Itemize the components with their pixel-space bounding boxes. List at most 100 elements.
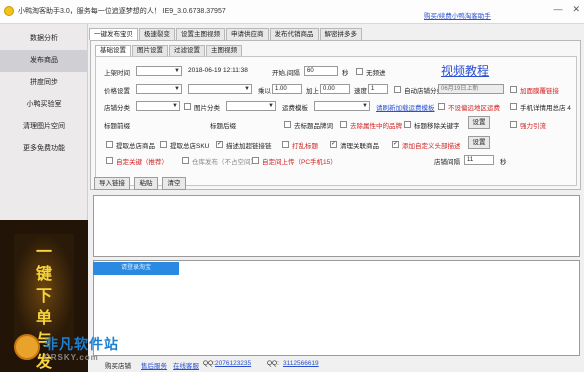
multiply-input[interactable]: 1.00 bbox=[272, 84, 302, 94]
seconds-label: 秒 bbox=[342, 70, 349, 77]
auto-shop-category-input[interactable]: 06月19日上新 bbox=[438, 84, 504, 94]
buy-renew-link[interactable]: 购买/续费小鸭淘客助手 bbox=[424, 10, 491, 20]
chevron-down-icon: ▼ bbox=[174, 86, 180, 92]
links-textarea[interactable] bbox=[93, 195, 580, 257]
remove-hidden-brand-checkbox[interactable] bbox=[340, 121, 347, 128]
close-icon[interactable]: ✕ bbox=[572, 4, 580, 15]
title-suffix-label: 标题后缀 bbox=[210, 123, 236, 130]
price-mode-select[interactable]: ▼ bbox=[136, 84, 182, 94]
custom-interval-upload-label: 自定间上传（PC手机15） bbox=[262, 159, 337, 166]
tab-decrypt-pdd[interactable]: 解密拼多多 bbox=[319, 28, 362, 40]
chevron-down-icon: ▼ bbox=[174, 68, 180, 74]
main-tabs: 一键发布宝贝 极速裂变 设置主图视频 申请供应商 发布代销商品 解密拼多多 bbox=[89, 28, 363, 40]
sidebar: 数据分析 发布商品 拼度同步 小鸭买验室 清理图片空间 更多免费功能 一键下单与… bbox=[0, 24, 88, 372]
remove-brand-label: 去标题品牌词 bbox=[294, 123, 333, 130]
tab-apply-supplier[interactable]: 申请供应商 bbox=[226, 28, 269, 40]
sidebar-item-data-analysis[interactable]: 数据分析 bbox=[0, 28, 88, 50]
warehouse-publish-checkbox[interactable] bbox=[182, 157, 189, 164]
custom-head-label: 添加自定义头部描述 bbox=[402, 143, 461, 150]
clear-related-label: 清理关联商品 bbox=[340, 143, 379, 150]
strong-traffic-checkbox[interactable] bbox=[510, 121, 517, 128]
tab-one-click-publish[interactable]: 一键发布宝贝 bbox=[89, 28, 138, 40]
after-sales-link[interactable]: 售后服务 bbox=[141, 360, 167, 370]
qq-number-2[interactable]: 3112566619 bbox=[283, 360, 319, 367]
title-keyword-checkbox[interactable] bbox=[404, 121, 411, 128]
shop-category-checkbox[interactable] bbox=[184, 103, 191, 110]
listing-time-select[interactable]: ▼ bbox=[136, 66, 182, 76]
auto-keyword-checkbox[interactable] bbox=[106, 157, 113, 164]
start-interval-label: 开始,间隔 bbox=[272, 70, 300, 77]
qq-label-2: QQ: bbox=[267, 360, 279, 367]
subtab-basic[interactable]: 基础设置 bbox=[95, 45, 131, 56]
phone-detail-label: 手机详情用总店 4 bbox=[520, 105, 571, 112]
remove-brand-checkbox[interactable] bbox=[284, 121, 291, 128]
fetch-shop-sku-checkbox[interactable] bbox=[160, 141, 167, 148]
fetch-shop-goods-checkbox[interactable] bbox=[106, 141, 113, 148]
import-link-button[interactable]: 导入链接 bbox=[94, 177, 130, 190]
sidebar-item-lab[interactable]: 小鸭买验室 bbox=[0, 94, 88, 116]
title-keyword-setting-button[interactable]: 设置 bbox=[468, 116, 490, 129]
no-interval-checkbox[interactable] bbox=[356, 68, 363, 75]
title-keyword-label: 标题移除关键字 bbox=[414, 123, 460, 130]
phone-detail-checkbox[interactable] bbox=[510, 103, 517, 110]
shuffle-title-checkbox[interactable] bbox=[282, 141, 289, 148]
app-duck-icon bbox=[4, 6, 14, 16]
listing-datetime[interactable]: 2018-06-19 12:11:38 bbox=[188, 67, 248, 74]
video-tutorial-link[interactable]: 视频教程 bbox=[441, 62, 489, 79]
tab-publish-dropship[interactable]: 发布代销商品 bbox=[269, 28, 319, 40]
title-prefix-label: 标题前缀 bbox=[104, 123, 130, 130]
warehouse-publish-label: 仓库发布（不占空间） bbox=[192, 159, 257, 166]
tab-main-video[interactable]: 设置主图视频 bbox=[176, 28, 225, 40]
image-category-label: 图片分类 bbox=[194, 105, 220, 112]
add-label: 加上 bbox=[306, 88, 319, 95]
shop-category-select[interactable]: ▼ bbox=[136, 101, 180, 111]
fetch-shop-goods-label: 提取总店商品 bbox=[116, 143, 155, 150]
watermark-logo-icon bbox=[14, 334, 40, 360]
speed-input[interactable]: 1 bbox=[368, 84, 388, 94]
watermark-subtext: CRSKY.com bbox=[44, 353, 99, 362]
store-interval-label: 店铺间隔 bbox=[434, 159, 460, 166]
price-base-select[interactable]: ▼ bbox=[188, 84, 252, 94]
site-watermark: 非凡软件站 CRSKY.com bbox=[0, 328, 140, 372]
desc-add-link-checkbox[interactable]: ✓ bbox=[216, 141, 223, 148]
tab-fast-split[interactable]: 极速裂变 bbox=[139, 28, 175, 40]
sidebar-item-more-free[interactable]: 更多免费功能 bbox=[0, 138, 88, 160]
subtab-filter[interactable]: 过滤设置 bbox=[169, 45, 205, 56]
window-title: 小鸭淘客助手3.0，服务每一位追逐梦想的人！ IE9_3.0.6738.3795… bbox=[18, 8, 226, 15]
add-input[interactable]: 0.00 bbox=[320, 84, 350, 94]
sidebar-item-publish-goods[interactable]: 发布商品 bbox=[0, 50, 88, 72]
subtab-images[interactable]: 图片设置 bbox=[132, 45, 168, 56]
add-cover-link-checkbox[interactable] bbox=[510, 86, 517, 93]
minimize-icon[interactable]: — bbox=[553, 4, 562, 15]
clear-related-checkbox[interactable]: ✓ bbox=[330, 141, 337, 148]
custom-head-checkbox[interactable]: ✓ bbox=[392, 141, 399, 148]
sidebar-item-clean-images[interactable]: 清理图片空间 bbox=[0, 116, 88, 138]
qq-number-1[interactable]: 2076123235 bbox=[215, 360, 251, 367]
auto-shop-category-checkbox[interactable] bbox=[394, 86, 401, 93]
sidebar-item-sync[interactable]: 拼度同步 bbox=[0, 72, 88, 94]
no-remote-freight-checkbox[interactable] bbox=[438, 103, 445, 110]
store-interval-seconds-label: 秒 bbox=[500, 159, 507, 166]
login-progress-bar[interactable]: 请登录淘宝 bbox=[93, 262, 179, 275]
image-category-select[interactable]: ▼ bbox=[226, 101, 276, 111]
interval-input[interactable]: 60 bbox=[304, 66, 338, 76]
paste-button[interactable]: 粘贴 bbox=[134, 177, 158, 190]
custom-head-setting-button[interactable]: 设置 bbox=[468, 136, 490, 149]
custom-interval-upload-checkbox[interactable] bbox=[252, 157, 259, 164]
main-area: 一键发布宝贝 极速裂变 设置主图视频 申请供应商 发布代销商品 解密拼多多 基础… bbox=[89, 24, 584, 372]
add-cover-link-label: 加面膜覆链接 bbox=[520, 88, 559, 95]
chevron-down-icon: ▼ bbox=[244, 86, 250, 92]
desc-add-link-label: 描述加超链接链 bbox=[226, 143, 272, 150]
footer: 购买店铺 售后服务 在线客服 QQ: 2076123235 QQ: 311256… bbox=[89, 360, 584, 372]
refresh-freight-link[interactable]: 请刷新加载运费模板 bbox=[376, 102, 435, 112]
freight-template-select[interactable]: ▼ bbox=[314, 101, 370, 111]
price-setting-label: 价格设置 bbox=[104, 88, 130, 95]
chevron-down-icon: ▼ bbox=[172, 103, 178, 109]
chevron-down-icon: ▼ bbox=[268, 103, 274, 109]
online-service-link[interactable]: 在线客服 bbox=[173, 360, 199, 370]
clear-button[interactable]: 清空 bbox=[162, 177, 186, 190]
fetch-shop-sku-label: 提取总店SKU bbox=[170, 143, 210, 150]
subtab-video[interactable]: 主图视频 bbox=[206, 45, 242, 56]
no-remote-freight-label: 不设偏远地区运费 bbox=[448, 105, 500, 112]
store-interval-input[interactable]: 11 bbox=[464, 155, 494, 165]
